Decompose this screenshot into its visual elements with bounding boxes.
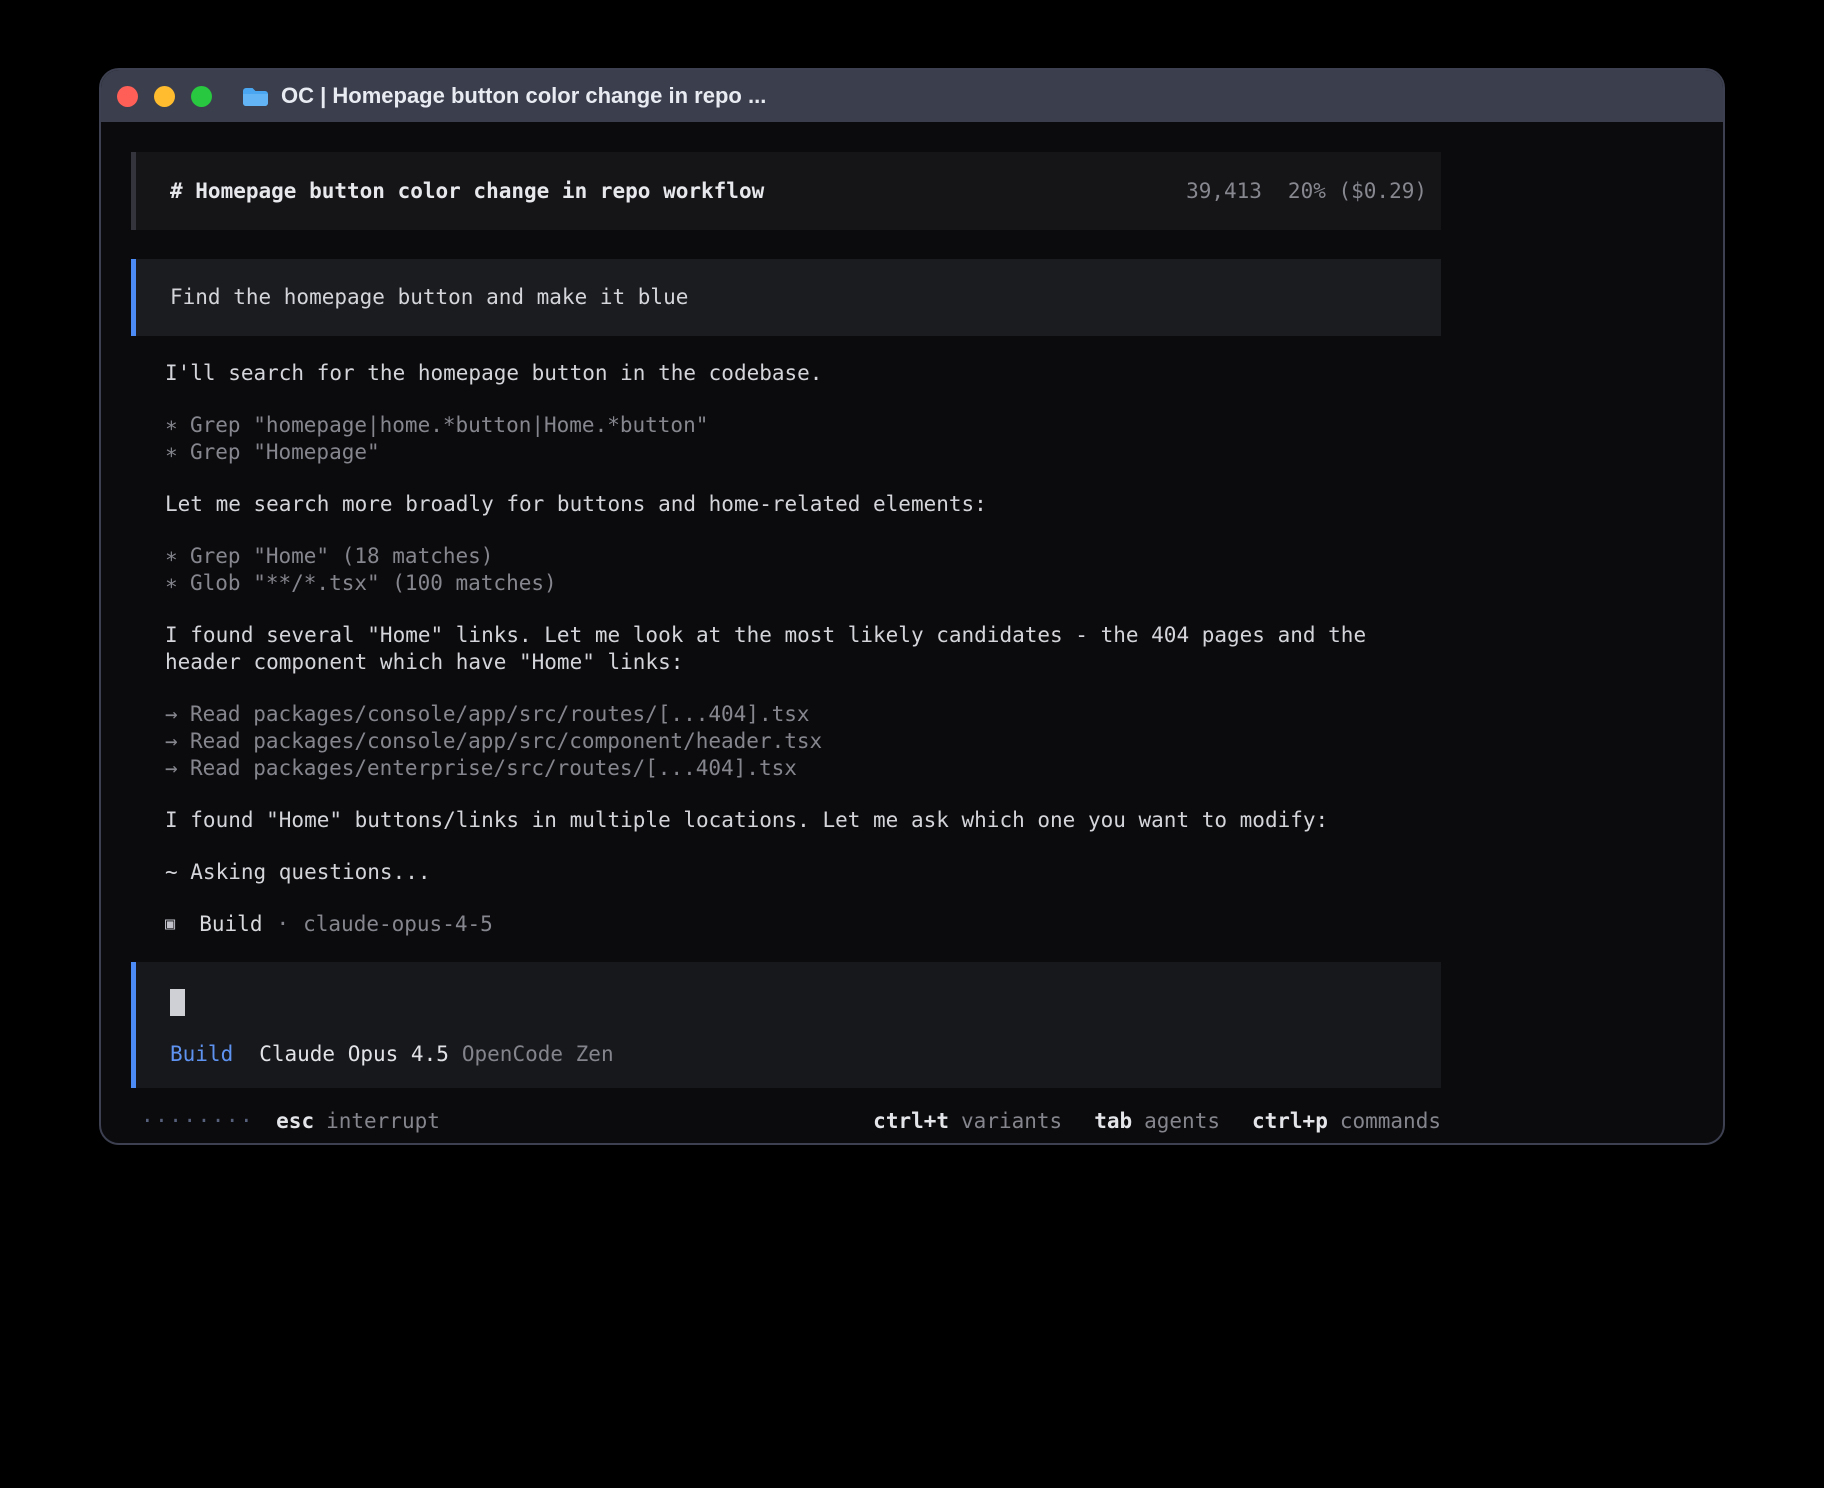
tool-call-text: Glob "**/*.tsx" (100 matches) — [190, 571, 557, 595]
spinner-dots: ········ — [141, 1108, 254, 1135]
session-title: # Homepage button color change in repo w… — [170, 178, 764, 205]
shortcut-tab: tabagents — [1094, 1108, 1220, 1135]
conversation-status-block: ~ Asking questions... — [131, 859, 1441, 886]
agent-mode-label[interactable]: Build — [170, 1041, 233, 1068]
shortcut-ctrl-p: ctrl+pcommands — [1252, 1108, 1441, 1135]
minimize-button[interactable] — [154, 86, 175, 107]
read-prefix-icon: → — [165, 728, 190, 755]
terminal-window: OC | Homepage button color change in rep… — [99, 68, 1725, 1145]
session-stats: 39,413 20% ($0.29) — [1186, 178, 1427, 205]
read-call-text: Read packages/enterprise/src/routes/[...… — [190, 756, 797, 780]
conversation-read-block: →Read packages/console/app/src/routes/[.… — [131, 701, 1441, 782]
conversation-text-block: Let me search more broadly for buttons a… — [131, 491, 1441, 518]
agent-name: Build — [199, 911, 262, 938]
prompt-input[interactable]: Build Claude Opus 4.5 OpenCode Zen — [131, 962, 1441, 1088]
terminal-content: # Homepage button color change in repo w… — [131, 122, 1441, 1135]
conversation-tool-block: ∗Grep "homepage|home.*button|Home.*butto… — [131, 412, 1441, 466]
conversation-tool-block: ∗Grep "Home" (18 matches)∗Glob "**/*.tsx… — [131, 543, 1441, 597]
esc-label: interrupt — [326, 1109, 440, 1133]
provider-name: OpenCode Zen — [462, 1041, 614, 1068]
read-call-line: →Read packages/console/app/src/routes/[.… — [165, 701, 1435, 728]
session-header: # Homepage button color change in repo w… — [131, 152, 1441, 230]
read-call-text: Read packages/console/app/src/routes/[..… — [190, 702, 810, 726]
read-call-line: →Read packages/console/app/src/component… — [165, 728, 1435, 755]
agent-icon: ▣ — [165, 911, 175, 938]
tool-prefix-icon: ∗ — [165, 439, 190, 466]
conversation-text-block: I'll search for the homepage button in t… — [131, 360, 1441, 387]
tool-call-line: ∗Grep "homepage|home.*button|Home.*butto… — [165, 412, 1435, 439]
tool-prefix-icon: ∗ — [165, 570, 190, 597]
tool-call-text: Grep "homepage|home.*button|Home.*button… — [190, 413, 708, 437]
tool-call-text: Grep "Homepage" — [190, 440, 380, 464]
tool-call-line: ∗Glob "**/*.tsx" (100 matches) — [165, 570, 1435, 597]
titlebar[interactable]: OC | Homepage button color change in rep… — [101, 70, 1723, 122]
conversation-text-block: I found several "Home" links. Let me loo… — [131, 622, 1441, 676]
agent-badge: ▣ Build · claude-opus-4-5 — [131, 911, 1441, 938]
shortcut-ctrl-t: ctrl+tvariants — [873, 1108, 1062, 1135]
agent-separator: · — [276, 911, 289, 938]
esc-shortcut: esc interrupt — [276, 1108, 440, 1135]
read-call-text: Read packages/console/app/src/component/… — [190, 729, 822, 753]
read-prefix-icon: → — [165, 755, 190, 782]
read-prefix-icon: → — [165, 701, 190, 728]
tool-prefix-icon: ∗ — [165, 543, 190, 570]
agent-model: claude-opus-4-5 — [303, 911, 493, 938]
zoom-button[interactable] — [191, 86, 212, 107]
read-call-line: →Read packages/enterprise/src/routes/[..… — [165, 755, 1435, 782]
status-bar: ········ esc interrupt ctrl+tvariants taba… — [131, 1108, 1441, 1135]
shortcuts: ctrl+tvariants tabagents ctrl+pcommands — [873, 1108, 1441, 1135]
esc-key: esc — [276, 1109, 314, 1133]
user-message-text: Find the homepage button and make it blu… — [170, 285, 688, 309]
input-footer: Build Claude Opus 4.5 OpenCode Zen — [170, 1041, 1427, 1068]
folder-icon — [242, 86, 269, 107]
tool-call-line: ∗Grep "Homepage" — [165, 439, 1435, 466]
close-button[interactable] — [117, 86, 138, 107]
tool-call-text: Grep "Home" (18 matches) — [190, 544, 493, 568]
window-title: OC | Homepage button color change in rep… — [281, 83, 766, 109]
model-name[interactable]: Claude Opus 4.5 — [259, 1041, 449, 1068]
text-cursor — [170, 989, 185, 1016]
context-usage: 20% ($0.29) — [1288, 178, 1427, 205]
token-count: 39,413 — [1186, 178, 1262, 205]
tool-prefix-icon: ∗ — [165, 412, 190, 439]
conversation: I'll search for the homepage button in t… — [131, 360, 1441, 886]
tool-call-line: ∗Grep "Home" (18 matches) — [165, 543, 1435, 570]
conversation-text-block: I found "Home" buttons/links in multiple… — [131, 807, 1441, 834]
user-message: Find the homepage button and make it blu… — [131, 259, 1441, 336]
